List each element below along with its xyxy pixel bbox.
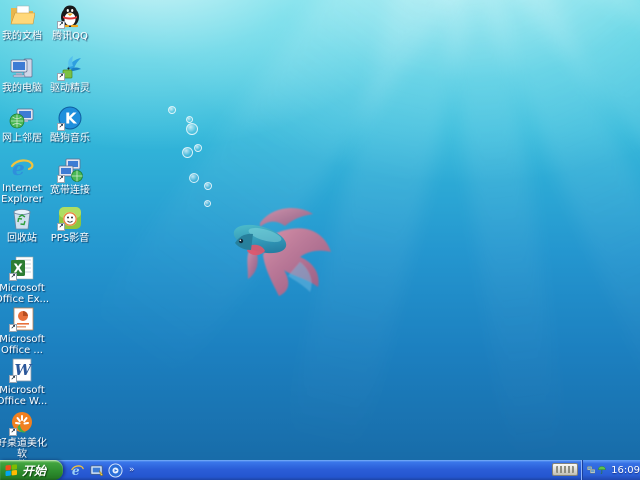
desktop-icon-label: 好桌道美化软 件 bbox=[0, 438, 47, 460]
shortcut-arrow-icon: ↗ bbox=[9, 324, 17, 332]
desktop-icon-label: 酷狗音乐 bbox=[50, 133, 90, 144]
qq-penguin-icon: ↗ bbox=[57, 3, 83, 29]
kugou-k-icon: K ↗ bbox=[57, 105, 83, 131]
bubble bbox=[204, 200, 211, 207]
haozhuodao-icon: ↗ bbox=[9, 410, 35, 436]
desktop-icon-haozhuodao[interactable]: ↗ 好桌道美化软 件 bbox=[0, 410, 50, 460]
desktop-icon-label: PPS影音 bbox=[50, 233, 90, 244]
desktop-icon-driver-genie[interactable]: ↗ 驱动精灵 bbox=[42, 55, 98, 94]
language-keyboard-icon[interactable] bbox=[552, 463, 578, 476]
desktop-icon-label: 驱动精灵 bbox=[50, 83, 90, 94]
start-button[interactable]: 开始 bbox=[0, 460, 63, 480]
quicklaunch-media-player-icon[interactable] bbox=[108, 462, 123, 478]
start-button-label: 开始 bbox=[22, 463, 47, 478]
internet-explorer-icon: e bbox=[9, 155, 35, 181]
quicklaunch-show-desktop-icon[interactable] bbox=[89, 463, 104, 478]
quicklaunch-internet-explorer-icon[interactable]: e bbox=[70, 463, 85, 478]
bubble bbox=[189, 173, 199, 183]
shortcut-arrow-icon: ↗ bbox=[57, 73, 65, 81]
quicklaunch-overflow-chevron[interactable]: » bbox=[129, 465, 135, 475]
shortcut-arrow-icon: ↗ bbox=[9, 428, 17, 436]
desktop-icon-label: Microsoft Office ... bbox=[0, 334, 45, 356]
powerpoint-icon: ↗ bbox=[9, 306, 35, 332]
broadband-connection-icon: ↗ bbox=[57, 157, 83, 183]
bubble bbox=[182, 147, 193, 158]
desktop-icon-label: Microsoft Office W... bbox=[0, 385, 48, 407]
desktop-icon-broadband-connection[interactable]: ↗ 宽带连接 bbox=[42, 157, 98, 196]
desktop-icon-label: 宽带连接 bbox=[50, 185, 90, 196]
betta-fish-image bbox=[233, 207, 331, 296]
shortcut-arrow-icon: ↗ bbox=[57, 223, 65, 231]
desktop-icon-kugou-music[interactable]: K ↗ 酷狗音乐 bbox=[42, 105, 98, 144]
desktop-icon-pps-video[interactable]: ↗ PPS影音 bbox=[42, 205, 98, 244]
bubble bbox=[204, 182, 212, 190]
desktop-icon-office-excel[interactable]: X ↗ Microsoft Office Ex... bbox=[0, 255, 50, 305]
bubble bbox=[168, 106, 176, 114]
shortcut-arrow-icon: ↗ bbox=[57, 175, 65, 183]
antivirus-tray-icon[interactable] bbox=[598, 464, 607, 476]
desktop-icon-label: Microsoft Office Ex... bbox=[0, 283, 50, 305]
desktop-icon-label: 腾讯QQ bbox=[52, 31, 88, 42]
word-icon: W ↗ bbox=[9, 357, 35, 383]
taskbar: 开始 e » 16:09 bbox=[0, 460, 640, 480]
system-tray: 16:09 bbox=[581, 460, 640, 480]
shortcut-arrow-icon: ↗ bbox=[9, 375, 17, 383]
bubble bbox=[186, 116, 193, 123]
svg-text:K: K bbox=[65, 110, 78, 128]
recycle-bin-icon bbox=[9, 205, 35, 231]
shortcut-arrow-icon: ↗ bbox=[57, 123, 65, 131]
my-documents-icon bbox=[9, 3, 35, 29]
driver-genie-bird-icon: ↗ bbox=[57, 55, 83, 81]
shortcut-arrow-icon: ↗ bbox=[9, 273, 17, 281]
my-computer-icon bbox=[9, 55, 35, 81]
desktop-icon-office-word[interactable]: W ↗ Microsoft Office W... bbox=[0, 357, 50, 407]
svg-text:W: W bbox=[15, 361, 34, 379]
pps-icon: ↗ bbox=[57, 205, 83, 231]
windows-flag-icon bbox=[5, 463, 17, 476]
quick-launch-bar: e » bbox=[70, 462, 135, 478]
desktop-wallpaper: 我的文档 我的电脑 网上邻居 e Internet Explorer 回收站 X… bbox=[0, 0, 640, 460]
network-status-tray-icon[interactable] bbox=[587, 464, 596, 476]
desktop-icon-office-powerpoint[interactable]: ↗ Microsoft Office ... bbox=[0, 306, 50, 356]
desktop-icon-tencent-qq[interactable]: ↗ 腾讯QQ bbox=[42, 3, 98, 42]
tray-clock[interactable]: 16:09 bbox=[611, 465, 640, 476]
bubble bbox=[186, 123, 198, 135]
network-places-icon bbox=[9, 105, 35, 131]
bubble bbox=[194, 144, 202, 152]
shortcut-arrow-icon: ↗ bbox=[57, 21, 65, 29]
excel-icon: X ↗ bbox=[9, 255, 35, 281]
